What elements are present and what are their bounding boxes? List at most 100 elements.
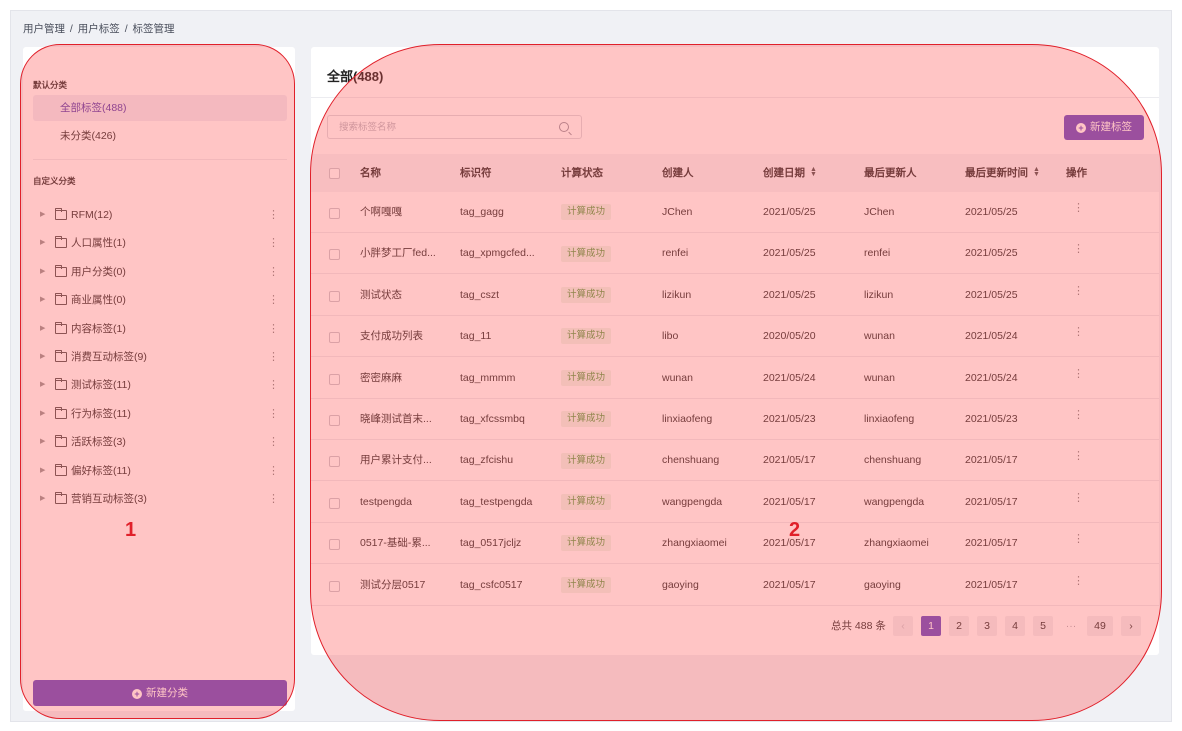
page-button-5[interactable]: 5: [1033, 616, 1053, 636]
new-tag-button[interactable]: + 新建标签: [1064, 115, 1144, 140]
row-checkbox[interactable]: [329, 290, 340, 302]
row-more-options-icon[interactable]: ⋮: [1073, 233, 1084, 268]
row-more-options-icon[interactable]: ⋮: [1073, 482, 1084, 517]
breadcrumb-item-user-tags[interactable]: 用户标签: [78, 23, 120, 35]
cell-updater: wangpengda: [864, 495, 925, 508]
row-more-options-icon[interactable]: ⋮: [1073, 523, 1084, 558]
more-options-icon[interactable]: ⋮: [268, 289, 279, 311]
cell-creator: gaoying: [662, 578, 699, 591]
table-row[interactable]: 小胖梦工厂fed... tag_xpmgcfed... renfei 2021/05/…: [311, 233, 1159, 275]
tag-search-box[interactable]: [327, 115, 582, 139]
caret-right-icon[interactable]: ▶: [40, 431, 45, 453]
custom-category-item[interactable]: ▶ 消费互动标签(9) ⋮: [33, 346, 287, 368]
table-row[interactable]: 用户累计支付... tag_zfcishu chenshuang 2021/05/17…: [311, 440, 1159, 482]
custom-category-item[interactable]: ▶ 用户分类(0) ⋮: [33, 261, 287, 283]
more-options-icon[interactable]: ⋮: [268, 261, 279, 283]
pagination-ellipsis[interactable]: ···: [1061, 616, 1081, 636]
row-checkbox[interactable]: [329, 249, 340, 261]
row-more-options-icon[interactable]: ⋮: [1073, 399, 1084, 434]
row-checkbox[interactable]: [329, 208, 340, 219]
custom-category-item[interactable]: ▶ 测试标签(11) ⋮: [33, 374, 287, 396]
page-button-4[interactable]: 4: [1005, 616, 1025, 636]
caret-right-icon[interactable]: ▶: [40, 318, 45, 340]
cell-status: 计算成功: [561, 565, 612, 606]
row-checkbox[interactable]: [329, 497, 340, 509]
caret-right-icon[interactable]: ▶: [40, 488, 45, 510]
column-header-updated-time[interactable]: 最后更新时间 ▲ ▼: [965, 154, 1040, 192]
table-row[interactable]: 测试状态 tag_cszt lizikun 2021/05/25 lizikun 2021…: [311, 275, 1159, 316]
table-row[interactable]: 个啊嘎嘎 tag_gagg JChen 2021/05/25 JChen 2021/05/…: [311, 192, 1159, 233]
row-more-options-icon[interactable]: ⋮: [1073, 440, 1084, 475]
row-checkbox[interactable]: [329, 580, 340, 592]
more-options-icon[interactable]: ⋮: [268, 204, 279, 226]
table-row[interactable]: 晓峰测试首末... tag_xfcssmbq linxiaofeng 2021/05/…: [311, 399, 1159, 440]
cell-name: testpengda: [360, 495, 412, 508]
cell-updater: lizikun: [864, 288, 894, 301]
caret-right-icon[interactable]: ▶: [40, 289, 45, 311]
row-more-options-icon[interactable]: ⋮: [1073, 192, 1084, 227]
row-more-options-icon[interactable]: ⋮: [1073, 565, 1084, 600]
table-row[interactable]: 密密麻麻 tag_mmmm wunan 2021/05/24 wunan 2021/05/…: [311, 358, 1159, 399]
cell-name: 支付成功列表: [360, 330, 423, 343]
table-row[interactable]: 支付成功列表 tag_11 libo 2020/05/20 wunan 2021/05/2…: [311, 316, 1159, 358]
page-button-2[interactable]: 2: [949, 616, 969, 636]
status-badge: 计算成功: [561, 204, 612, 221]
sort-icon[interactable]: ▲ ▼: [810, 166, 817, 178]
row-checkbox[interactable]: [329, 373, 340, 385]
custom-category-item[interactable]: ▶ 行为标签(11) ⋮: [33, 403, 287, 425]
category-uncategorized[interactable]: 未分类(426): [33, 123, 287, 149]
more-options-icon[interactable]: ⋮: [268, 232, 279, 254]
custom-category-item[interactable]: ▶ 人口属性(1) ⋮: [33, 232, 287, 254]
page-button-3[interactable]: 3: [977, 616, 997, 636]
row-checkbox[interactable]: [329, 456, 340, 468]
caret-right-icon[interactable]: ▶: [40, 232, 45, 254]
tag-search-input[interactable]: [328, 116, 548, 138]
cell-creator: wangpengda: [662, 495, 723, 508]
caret-right-icon[interactable]: ▶: [40, 374, 45, 396]
caret-right-icon[interactable]: ▶: [40, 346, 45, 368]
row-more-options-icon[interactable]: ⋮: [1073, 358, 1084, 393]
caret-right-icon[interactable]: ▶: [40, 403, 45, 425]
more-options-icon[interactable]: ⋮: [268, 318, 279, 340]
updated-time-label: 最后更新时间: [965, 167, 1028, 179]
more-options-icon[interactable]: ⋮: [268, 460, 279, 482]
breadcrumb-item-user-management[interactable]: 用户管理: [23, 23, 65, 35]
custom-category-item[interactable]: ▶ 营销互动标签(3) ⋮: [33, 488, 287, 510]
cell-creator: JChen: [662, 206, 693, 218]
row-checkbox[interactable]: [329, 332, 340, 344]
table-row[interactable]: testpengda tag_testpengda wangpengda 2021/0…: [311, 482, 1159, 523]
page-button-1[interactable]: 1: [921, 616, 941, 636]
column-header-status: 计算状态: [561, 167, 603, 179]
custom-category-item[interactable]: ▶ 偏好标签(11) ⋮: [33, 460, 287, 482]
more-options-icon[interactable]: ⋮: [268, 403, 279, 425]
more-options-icon[interactable]: ⋮: [268, 431, 279, 453]
breadcrumb-separator: /: [69, 23, 73, 35]
prev-page-icon[interactable]: ‹: [893, 616, 913, 636]
sort-icon[interactable]: ▲ ▼: [1033, 166, 1040, 178]
table-row[interactable]: 0517-基础-累... tag_0517jcljz zhangxiaomei 202…: [311, 523, 1159, 565]
search-icon[interactable]: [559, 122, 569, 132]
cell-creator: renfei: [662, 247, 689, 260]
custom-category-item[interactable]: ▶ RFM(12) ⋮: [33, 204, 287, 226]
next-page-icon[interactable]: ›: [1121, 616, 1141, 636]
category-all-tags[interactable]: 全部标签(488): [33, 95, 287, 121]
caret-right-icon[interactable]: ▶: [40, 460, 45, 482]
table-row[interactable]: 测试分层0517 tag_csfc0517 gaoying 2021/05/17 gao…: [311, 565, 1159, 606]
row-more-options-icon[interactable]: ⋮: [1073, 316, 1084, 351]
row-checkbox[interactable]: [329, 415, 340, 426]
page-button-last[interactable]: 49: [1087, 616, 1113, 636]
custom-category-item[interactable]: ▶ 商业属性(0) ⋮: [33, 289, 287, 311]
row-more-options-icon[interactable]: ⋮: [1073, 275, 1084, 310]
more-options-icon[interactable]: ⋮: [268, 488, 279, 510]
more-options-icon[interactable]: ⋮: [268, 346, 279, 368]
row-checkbox[interactable]: [329, 539, 340, 551]
custom-category-item[interactable]: ▶ 内容标签(1) ⋮: [33, 318, 287, 340]
more-options-icon[interactable]: ⋮: [268, 374, 279, 396]
new-category-button[interactable]: + 新建分类: [33, 680, 287, 706]
custom-category-item[interactable]: ▶ 活跃标签(3) ⋮: [33, 431, 287, 453]
cell-status: 计算成功: [561, 358, 612, 399]
caret-right-icon[interactable]: ▶: [40, 261, 45, 283]
caret-right-icon[interactable]: ▶: [40, 204, 45, 226]
column-header-created-date[interactable]: 创建日期 ▲ ▼: [763, 154, 817, 192]
select-all-checkbox[interactable]: [329, 168, 340, 179]
